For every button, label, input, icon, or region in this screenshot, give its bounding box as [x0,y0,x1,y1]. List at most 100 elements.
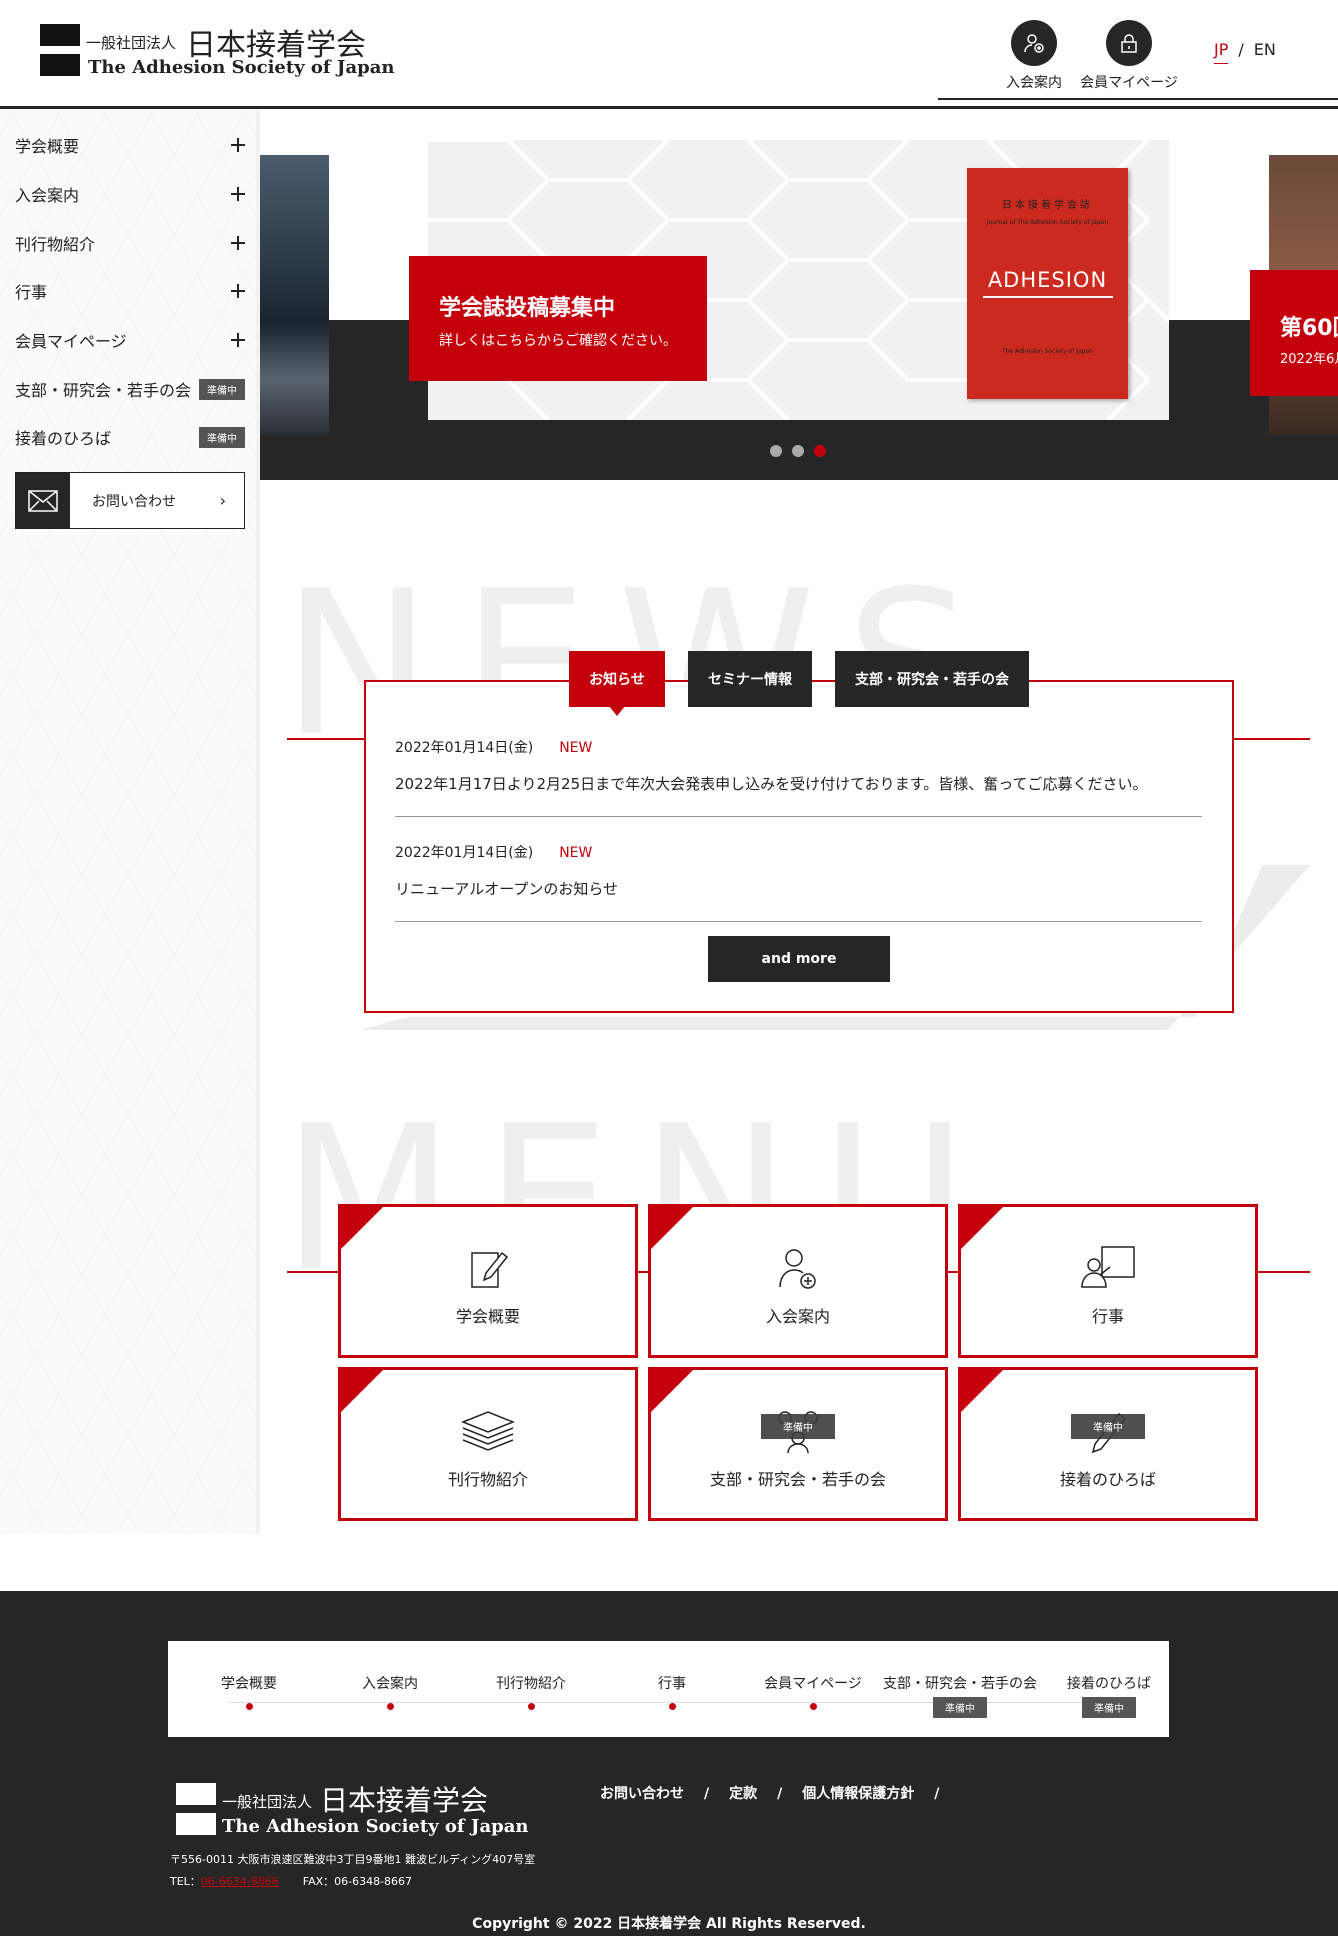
list-item[interactable]: 2022年01月14日(金) NEW 2022年1月17日より2月25日まで年次大… [395,737,1202,794]
site-logo[interactable]: 一般社団法人 日本接着学会 The Adhesion Society of Ja… [40,22,394,82]
contact-button[interactable]: お問い合わせ › [15,472,245,529]
tab-notices[interactable]: お知らせ [569,651,665,707]
corner-accent [650,1206,694,1250]
footer-nav-mypage[interactable]: 会員マイページ [743,1673,883,1710]
corner-accent [340,1206,384,1250]
news-title: リニューアルオープンのお知らせ [395,880,619,898]
new-badge: NEW [559,740,593,756]
tab-seminars[interactable]: セミナー情報 [688,651,812,707]
news-date: 2022年01月14日(金) [395,845,534,861]
footer-nav-label: 行事 [658,1676,686,1692]
slide-prev-image[interactable] [260,155,329,435]
nav-dot [527,1703,535,1710]
join-button[interactable]: 入会案内 [979,20,1089,92]
sidebar-item-label: 支部・研究会・若手の会 [15,381,192,400]
books-stack-icon [341,1408,635,1454]
menu-tile-publications[interactable]: 刊行物紹介 [338,1367,638,1521]
footer-nav-join[interactable]: 入会案内 [320,1673,460,1710]
sidebar-item-label: 入会案内 [15,186,80,205]
slider-dot[interactable] [792,445,804,457]
new-badge: NEW [559,845,593,861]
next-slide-subtitle: 2022年6月 [1280,352,1338,367]
site-footer: 学会概要 入会案内 刊行物紹介 行事 会員マイページ 支部・研究会・若手の会 準備… [0,1591,1338,1936]
lock-icon [1106,20,1152,66]
news-line-left [287,738,366,740]
journal-cover: 日本接着学会誌 Journal of The Adhesion Society … [967,168,1128,399]
slider-dot-active[interactable] [814,445,826,457]
footer-links: お問い合わせ / 定款 / 個人情報保護方針 / [600,1783,959,1803]
corner-accent [340,1369,384,1413]
logo-mark-icon [40,24,80,76]
tile-label: 接着のひろば [1059,1470,1156,1489]
footer-nav-events[interactable]: 行事 [602,1673,742,1710]
footer-nav-label: 入会案内 [362,1676,418,1692]
tel-link[interactable]: 06-6634-8866 [201,1875,279,1888]
menu-tile-plaza[interactable]: 準備中 接着のひろば [958,1367,1258,1521]
sidebar-item-label: 行事 [15,283,48,302]
journal-title: 日本接着学会誌 [1002,200,1093,211]
sidebar-item-overview[interactable]: 学会概要 [15,121,245,169]
footer-nav-branches[interactable]: 支部・研究会・若手の会 準備中 [880,1673,1040,1718]
and-more-button[interactable]: and more [708,936,890,982]
user-plus-icon [651,1245,945,1291]
divider [395,816,1202,817]
mypage-button[interactable]: 会員マイページ [1074,20,1184,92]
page: 一般社団法人 日本接着学会 The Adhesion Society of Ja… [0,0,1338,1936]
menu-tile-branches[interactable]: 準備中 支部・研究会・若手の会 [648,1367,948,1521]
sidebar-item-branches[interactable]: 支部・研究会・若手の会 準備中 [15,365,245,413]
footer-link-articles[interactable]: 定款 [729,1786,757,1802]
footer-link-contact[interactable]: お問い合わせ [600,1786,684,1802]
news-title: 2022年1月17日より2月25日まで年次大会発表申し込みを受け付けております。… [395,775,1148,793]
tile-label: 刊行物紹介 [447,1470,528,1489]
plus-icon [231,333,245,347]
slider-dots [770,445,826,457]
logo-mark-icon [176,1783,216,1835]
plus-icon [231,284,245,298]
header-rule [938,98,1338,100]
plus-icon [231,187,245,201]
footer-nav-label: 刊行物紹介 [496,1676,566,1692]
slide-caption[interactable]: 学会誌投稿募集中 詳しくはこちらからご確認ください。 [409,256,707,381]
plus-icon [231,236,245,250]
menu-tile-overview[interactable]: 学会概要 [338,1204,638,1358]
footer-nav-plaza[interactable]: 接着のひろば 準備中 [1039,1673,1179,1718]
link-separator: / [934,1786,940,1802]
sidebar-item-join[interactable]: 入会案内 [15,170,245,218]
status-badge: 準備中 [933,1697,987,1718]
corner-accent [650,1369,694,1413]
sidebar-item-publications[interactable]: 刊行物紹介 [15,219,245,267]
footer-nav-publications[interactable]: 刊行物紹介 [461,1673,601,1710]
news-line-right [1232,738,1310,740]
footer-nav-label: 学会概要 [221,1676,277,1692]
logo-small-text: 一般社団法人 [86,34,177,52]
slide-subtitle: 詳しくはこちらからご確認ください。 [439,333,677,349]
sidebar-item-events[interactable]: 行事 [15,267,245,315]
menu-tile-join[interactable]: 入会案内 [648,1204,948,1358]
corner-accent [960,1369,1004,1413]
pencil-note-icon [341,1245,635,1291]
next-slide-caption[interactable]: 第60回 2022年6月 [1250,270,1338,396]
site-header: 一般社団法人 日本接着学会 The Adhesion Society of Ja… [0,0,1338,106]
chevron-right-icon: › [219,491,226,510]
journal-word: ADHESION [987,268,1108,292]
footer-contact-numbers: TEL：06-6634-8866 FAX：06-6348-8667 [170,1873,412,1889]
sidebar-item-plaza[interactable]: 接着のひろば 準備中 [15,413,245,461]
status-badge: 準備中 [199,426,245,448]
lang-en-link[interactable]: EN [1254,40,1276,59]
footer-link-privacy[interactable]: 個人情報保護方針 [802,1786,914,1802]
lang-jp-link[interactable]: JP [1214,40,1229,64]
footer-logo[interactable]: 一般社団法人 日本接着学会 The Adhesion Society of Ja… [176,1781,528,1841]
list-item[interactable]: 2022年01月14日(金) NEW リニューアルオープンのお知らせ [395,842,1202,899]
slider-dot[interactable] [770,445,782,457]
language-switch: JP / EN [1214,40,1276,64]
footer-address: 〒556-0011 大阪市浪速区難波中3丁目9番地1 難波ビルディング407号室 [170,1853,536,1866]
tab-active-pointer [609,706,625,716]
menu-tile-events[interactable]: 行事 [958,1204,1258,1358]
news-meta: 2022年01月14日(金) NEW [395,842,1202,862]
logo-english: The Adhesion Society of Japan [222,1816,529,1837]
sidebar-item-label: 刊行物紹介 [15,235,96,254]
sidebar-item-mypage[interactable]: 会員マイページ [15,316,245,364]
tab-branches[interactable]: 支部・研究会・若手の会 [835,651,1029,707]
journal-rule [982,296,1113,298]
footer-nav-overview[interactable]: 学会概要 [179,1673,319,1710]
